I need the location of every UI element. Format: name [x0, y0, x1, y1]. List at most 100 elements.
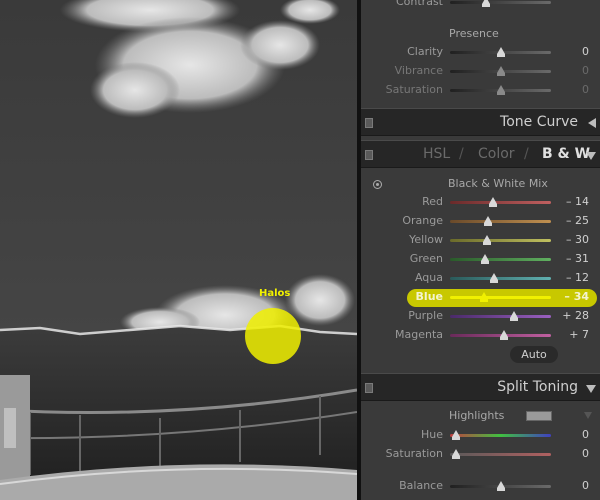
- slider-label: Clarity: [407, 45, 443, 58]
- develop-panel: Contrast Presence Clarity 0 Vibrance 0 Satur…: [361, 0, 600, 500]
- slider-value[interactable]: + 28: [562, 309, 589, 322]
- halos-annotation: Halos: [259, 288, 291, 299]
- slider-row-blue[interactable]: Blue – 34: [361, 289, 600, 305]
- slider-label: Contrast: [395, 0, 443, 8]
- tab-separator: /: [459, 146, 464, 162]
- split-toning-header[interactable]: Split Toning: [361, 373, 600, 401]
- tab-bw[interactable]: B & W: [542, 146, 590, 162]
- slider-label: Blue: [415, 290, 443, 303]
- slider-track[interactable]: [450, 254, 551, 264]
- slider-row-aqua[interactable]: Aqua – 12: [361, 270, 600, 286]
- slider-thumb[interactable]: [452, 449, 461, 459]
- slider-track[interactable]: [450, 66, 551, 76]
- slider-row-green[interactable]: Green – 31: [361, 251, 600, 267]
- slider-row-contrast[interactable]: Contrast: [361, 0, 600, 10]
- slider-row-saturation[interactable]: Saturation 0: [361, 446, 600, 462]
- split-toning-title: Split Toning: [497, 379, 578, 395]
- slider-thumb[interactable]: [489, 197, 498, 207]
- slider-row-magenta[interactable]: Magenta + 7: [361, 327, 600, 343]
- slider-row-purple[interactable]: Purple + 28: [361, 308, 600, 324]
- slider-value[interactable]: – 34: [564, 290, 589, 303]
- slider-row-saturation[interactable]: Saturation 0: [361, 82, 600, 98]
- highlights-color-swatch[interactable]: [526, 411, 552, 421]
- collapse-arrow-icon[interactable]: [586, 385, 596, 393]
- slider-label: Aqua: [414, 271, 443, 284]
- slider-label: Magenta: [394, 328, 443, 341]
- slider-value[interactable]: – 30: [566, 233, 589, 246]
- slider-track[interactable]: [450, 0, 551, 7]
- dropdown-arrow-icon[interactable]: [584, 412, 592, 419]
- slider-value[interactable]: 0: [582, 447, 589, 460]
- slider-row-orange[interactable]: Orange – 25: [361, 213, 600, 229]
- presence-heading: Presence: [449, 27, 499, 40]
- slider-thumb[interactable]: [496, 481, 505, 491]
- slider-track[interactable]: [450, 273, 551, 283]
- slider-value[interactable]: 0: [582, 45, 589, 58]
- slider-label: Hue: [420, 428, 443, 441]
- slider-track[interactable]: [450, 197, 551, 207]
- tab-color[interactable]: Color: [478, 146, 515, 162]
- slider-label: Red: [422, 195, 443, 208]
- slider-thumb[interactable]: [496, 85, 505, 95]
- panel-switch-icon[interactable]: [365, 150, 373, 160]
- slider-track[interactable]: [450, 47, 551, 57]
- auto-button[interactable]: Auto: [510, 346, 558, 363]
- slider-thumb[interactable]: [452, 430, 461, 440]
- slider-thumb[interactable]: [482, 0, 491, 7]
- panel-switch-icon[interactable]: [365, 118, 373, 128]
- slider-track[interactable]: [450, 481, 551, 491]
- slider-thumb[interactable]: [509, 311, 518, 321]
- tone-curve-title: Tone Curve: [500, 114, 578, 130]
- panel-switch-icon[interactable]: [365, 383, 373, 393]
- photo-preview[interactable]: Halos: [0, 0, 357, 500]
- slider-track[interactable]: [450, 449, 551, 459]
- slider-thumb[interactable]: [484, 216, 493, 226]
- slider-value[interactable]: 0: [582, 428, 589, 441]
- slider-value[interactable]: 0: [582, 479, 589, 492]
- slider-track[interactable]: [450, 311, 551, 321]
- slider-thumb[interactable]: [480, 292, 489, 302]
- halo-highlight-marker: [245, 308, 301, 364]
- slider-label: Saturation: [385, 83, 443, 96]
- landscape-photo: [0, 0, 357, 500]
- collapse-arrow-icon[interactable]: [586, 152, 596, 160]
- slider-value[interactable]: + 7: [569, 328, 589, 341]
- slider-track[interactable]: [450, 430, 551, 440]
- slider-row-hue[interactable]: Hue 0: [361, 427, 600, 443]
- collapse-arrow-icon[interactable]: [588, 118, 596, 128]
- slider-track[interactable]: [450, 292, 551, 302]
- slider-thumb[interactable]: [481, 254, 490, 264]
- slider-row-vibrance[interactable]: Vibrance 0: [361, 63, 600, 79]
- slider-thumb[interactable]: [496, 66, 505, 76]
- slider-thumb[interactable]: [483, 235, 492, 245]
- slider-value[interactable]: – 14: [566, 195, 589, 208]
- slider-track[interactable]: [450, 235, 551, 245]
- slider-label: Yellow: [409, 233, 443, 246]
- slider-row-balance[interactable]: Balance 0: [361, 478, 600, 494]
- slider-track[interactable]: [450, 330, 551, 340]
- tab-separator: /: [524, 146, 529, 162]
- targeted-adjustment-icon[interactable]: [373, 180, 382, 189]
- slider-thumb[interactable]: [496, 47, 505, 57]
- slider-thumb[interactable]: [490, 273, 499, 283]
- slider-label: Balance: [399, 479, 443, 492]
- slider-row-red[interactable]: Red – 14: [361, 194, 600, 210]
- slider-value[interactable]: – 25: [566, 214, 589, 227]
- slider-track[interactable]: [450, 216, 551, 226]
- slider-row-yellow[interactable]: Yellow – 30: [361, 232, 600, 248]
- slider-row-clarity[interactable]: Clarity 0: [361, 44, 600, 60]
- tab-hsl[interactable]: HSL: [423, 146, 450, 162]
- highlights-heading: Highlights: [449, 409, 505, 422]
- slider-label: Saturation: [385, 447, 443, 460]
- slider-value[interactable]: – 12: [566, 271, 589, 284]
- hsl-color-bw-header: HSL / Color / B & W: [361, 140, 600, 168]
- slider-label: Green: [409, 252, 443, 265]
- slider-value[interactable]: – 31: [566, 252, 589, 265]
- tone-curve-header[interactable]: Tone Curve: [361, 108, 600, 136]
- slider-label: Vibrance: [394, 64, 443, 77]
- slider-track[interactable]: [450, 85, 551, 95]
- slider-thumb[interactable]: [499, 330, 508, 340]
- slider-value[interactable]: 0: [582, 64, 589, 77]
- bw-mix-heading: Black & White Mix: [448, 177, 548, 190]
- slider-value[interactable]: 0: [582, 83, 589, 96]
